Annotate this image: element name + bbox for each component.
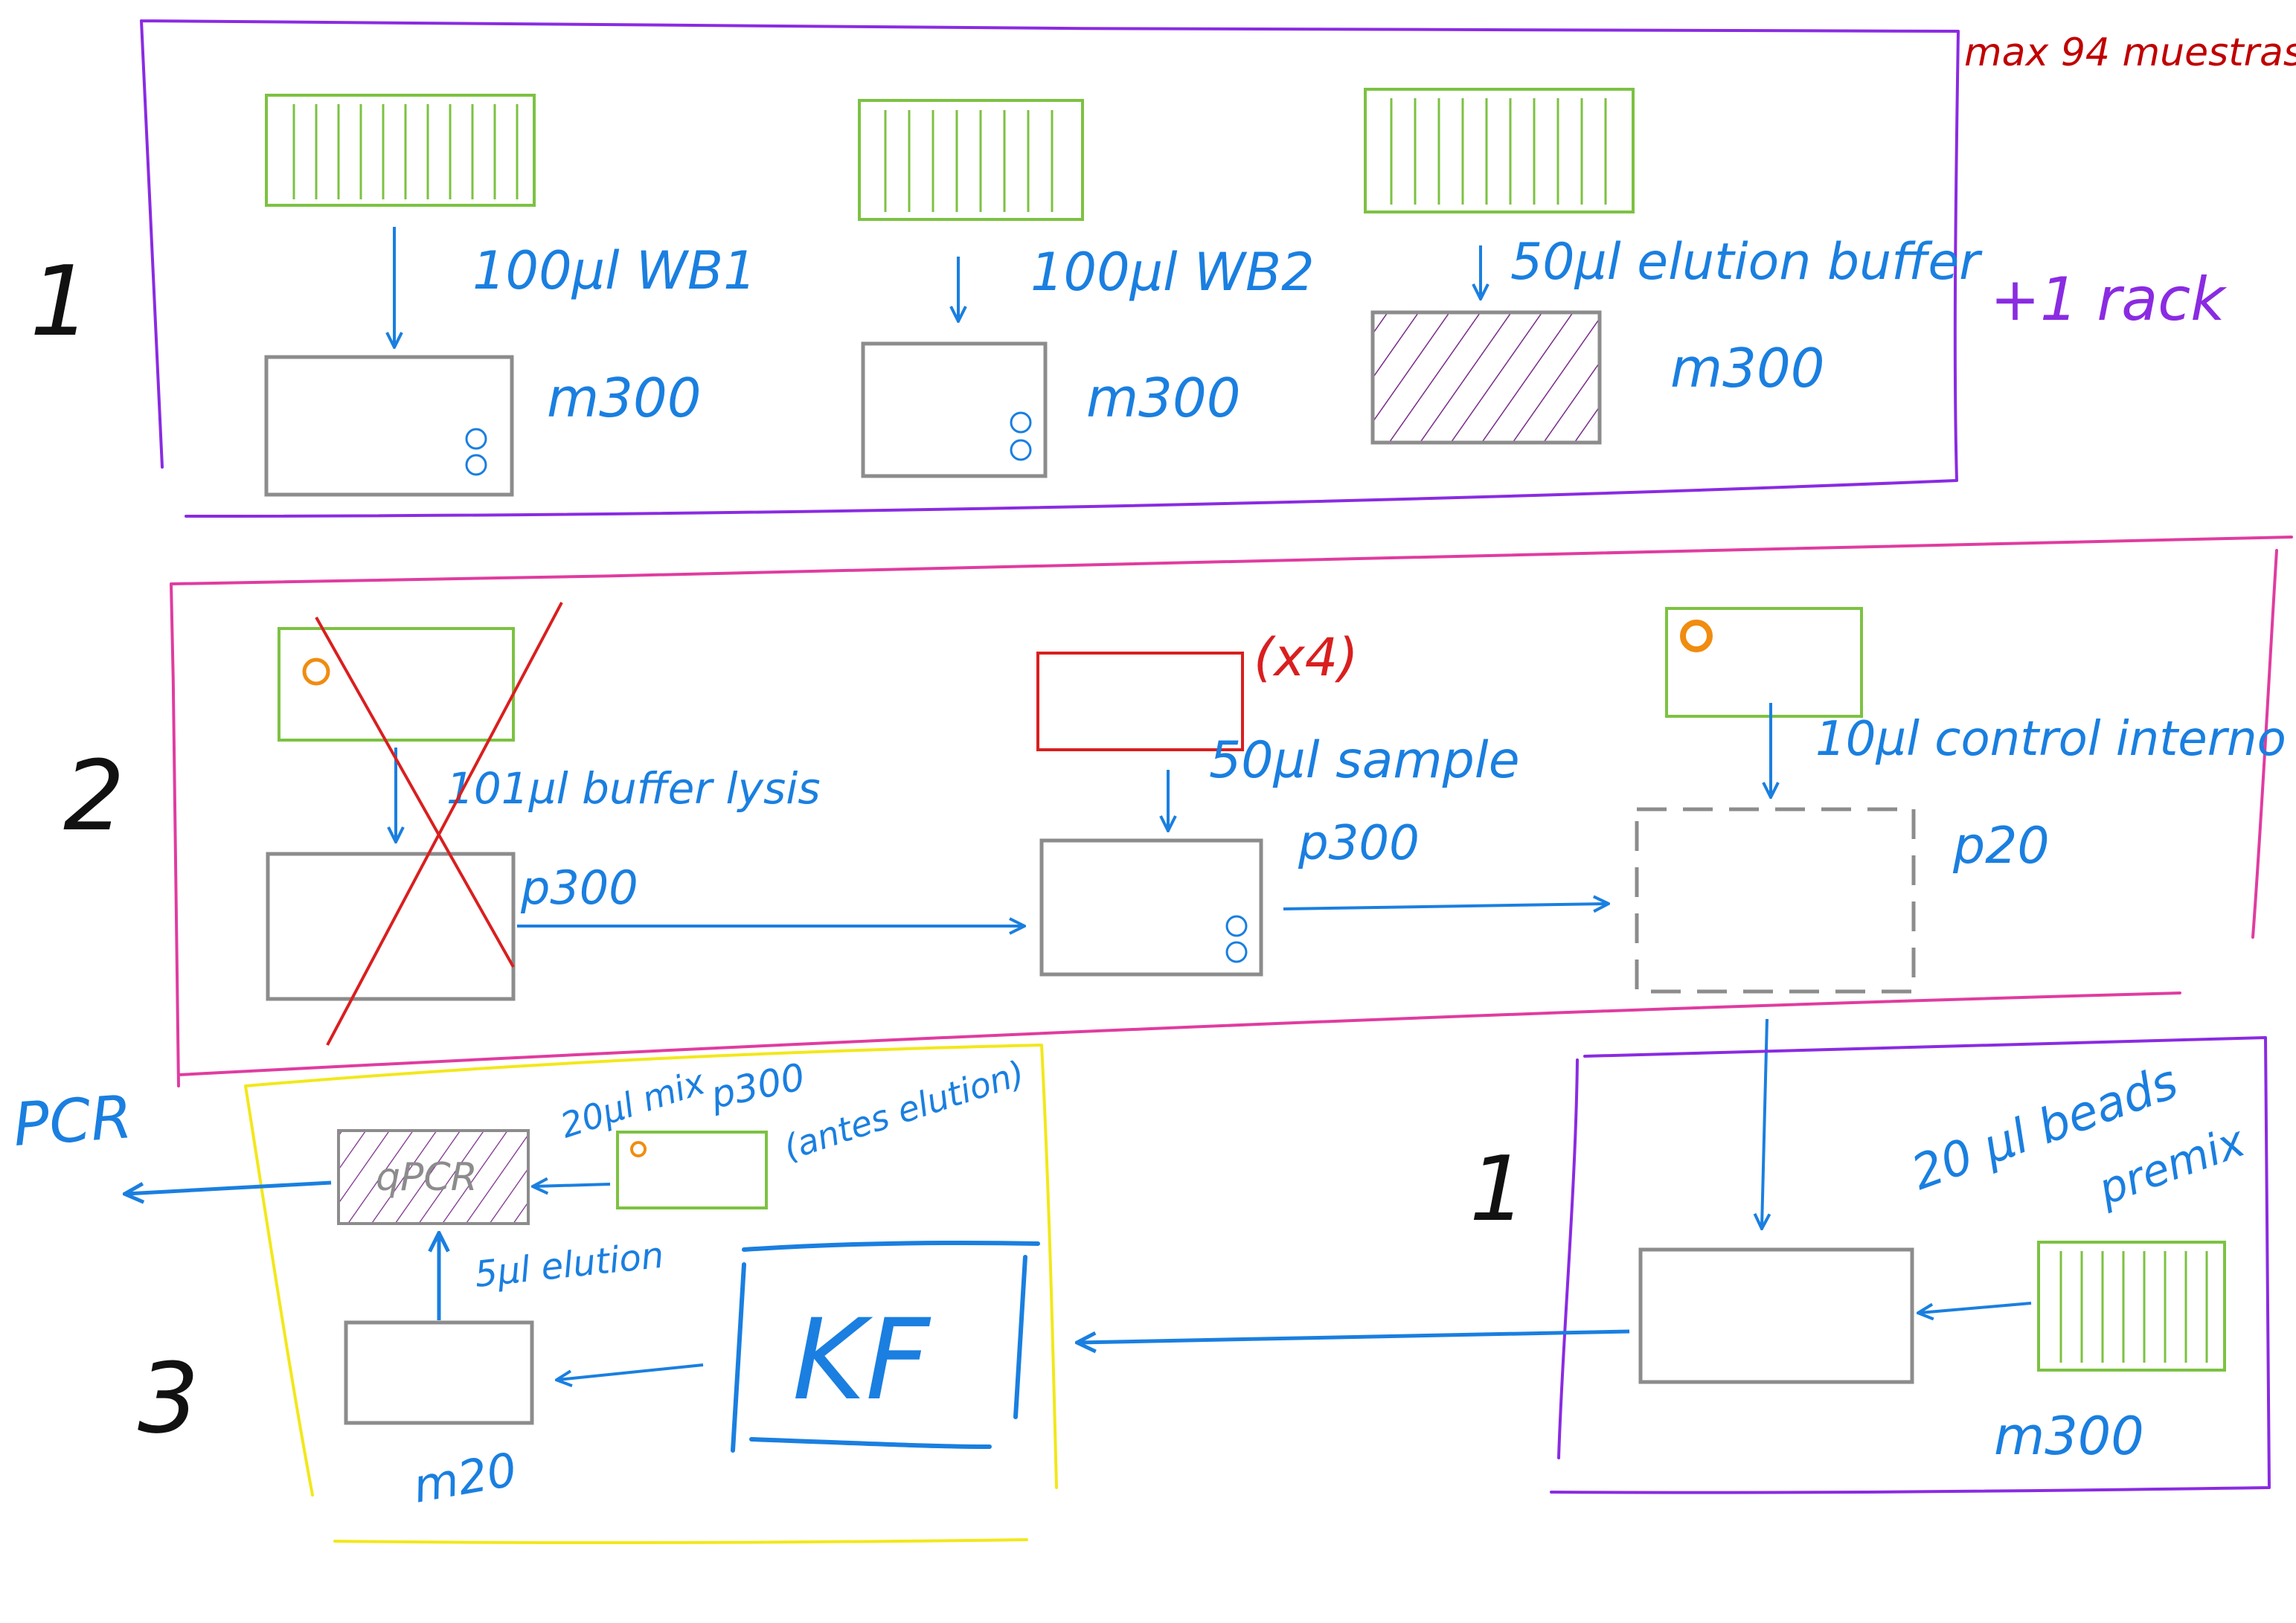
step-wb1: 100µl WB1 m300 — [264, 94, 757, 497]
magnet-icon — [1225, 915, 1248, 937]
section-1-number: 1 — [30, 245, 92, 358]
pipette-control: p20 — [1952, 817, 2050, 875]
arrow-mix — [534, 1184, 611, 1186]
reservoir-beads — [2037, 1241, 2226, 1372]
volume-control: 10µl control interno — [1815, 712, 2286, 767]
magnet-icon — [465, 454, 487, 476]
reservoir-wb2 — [858, 99, 1084, 221]
reservoir-wb1-channels — [292, 104, 519, 199]
pipette-beads: m300 — [1994, 1406, 2144, 1467]
pipette-sample: p300 — [1298, 816, 1420, 871]
volume-elution: 50µl elution buffer — [1510, 233, 1983, 292]
volume-wb1: 100µl WB1 — [472, 240, 757, 301]
step-elution: 50µl elution buffer m300 — [1364, 88, 1983, 445]
arrow-sample-to-control — [1283, 904, 1607, 909]
magnet-icon — [1010, 439, 1032, 461]
plate-beads — [1638, 1247, 1914, 1384]
reservoir-wb2-channels — [884, 110, 1054, 212]
kf-label: KF — [792, 1296, 931, 1425]
plate-elution — [1370, 310, 1602, 445]
pcr-out-label: PCR — [11, 1082, 135, 1160]
qpcr-label: qPCR — [376, 1155, 478, 1200]
cross-out-line — [326, 602, 563, 1046]
sample-multiplier: (x4) — [1254, 627, 1359, 688]
pipette-lysis: p300 — [520, 861, 638, 915]
well-marker-icon — [1680, 620, 1713, 652]
reservoir-beads-channels — [2059, 1251, 2208, 1363]
max-samples-label: max 94 muestras — [1964, 30, 2296, 75]
arrow-beads — [1920, 1302, 2032, 1313]
step-wb2: 100µl WB2 m300 — [858, 99, 1315, 478]
arrow-beads-to-kf — [1079, 1329, 1630, 1343]
kf-instrument: KF — [731, 1240, 1040, 1453]
step-sample: (x4) 50µl sample p300 — [1036, 627, 1607, 977]
volume-sample: 50µl sample — [1209, 731, 1520, 790]
pipette-wb1: m300 — [547, 367, 702, 429]
protocol-sketch: 1 max 94 muestras +1 rack 100µl WB1 m300 — [11, 19, 2296, 1545]
magnet-icon — [465, 428, 487, 450]
pipette-elution: m300 — [1670, 337, 1825, 399]
section-1-beads: 1 20 µl beads premix m300 — [1079, 1036, 2271, 1494]
section-2-number: 2 — [63, 739, 125, 852]
well-marker-icon — [630, 1141, 647, 1157]
section-2: 2 101µl buffer lysis p300 (x4) 50µl samp… — [63, 536, 2293, 1227]
well-marker-icon — [302, 658, 330, 686]
volume-wb2: 100µl WB2 — [1030, 242, 1315, 303]
plate-wb2 — [861, 341, 1048, 478]
mix-note: (antes elution) — [779, 1052, 1030, 1168]
plate-control — [1635, 807, 1916, 994]
arrow-to-pcr — [126, 1180, 332, 1194]
section-3-number: 3 — [138, 1342, 199, 1455]
magnet-icon — [1225, 941, 1248, 963]
reservoir-elution-channels — [1390, 98, 1607, 205]
volume-lysis: 101µl buffer lysis — [446, 763, 821, 814]
elution-volume-label: 5µl elution — [472, 1235, 665, 1296]
section-3: 3 PCR qPCR 20µl mix p300 (antes elution)… — [11, 1044, 1058, 1545]
plate-elution-pipette: m20 — [409, 1442, 521, 1514]
step-lysis-crossed: 101µl buffer lysis p300 — [266, 602, 1023, 1046]
arrow-kf-to-plate — [558, 1363, 704, 1380]
pipette-wb2: m300 — [1086, 367, 1241, 429]
magnet-icon — [1010, 411, 1032, 434]
section-1: 1 max 94 muestras +1 rack 100µl WB1 m300 — [30, 19, 2296, 518]
reservoir-elution — [1364, 88, 1635, 213]
extra-rack-label: +1 rack — [1990, 265, 2227, 334]
section-1-beads-number: 1 — [1469, 1138, 1526, 1241]
plate-elution-final — [344, 1320, 534, 1425]
mix-pipette: p300 — [706, 1055, 808, 1117]
